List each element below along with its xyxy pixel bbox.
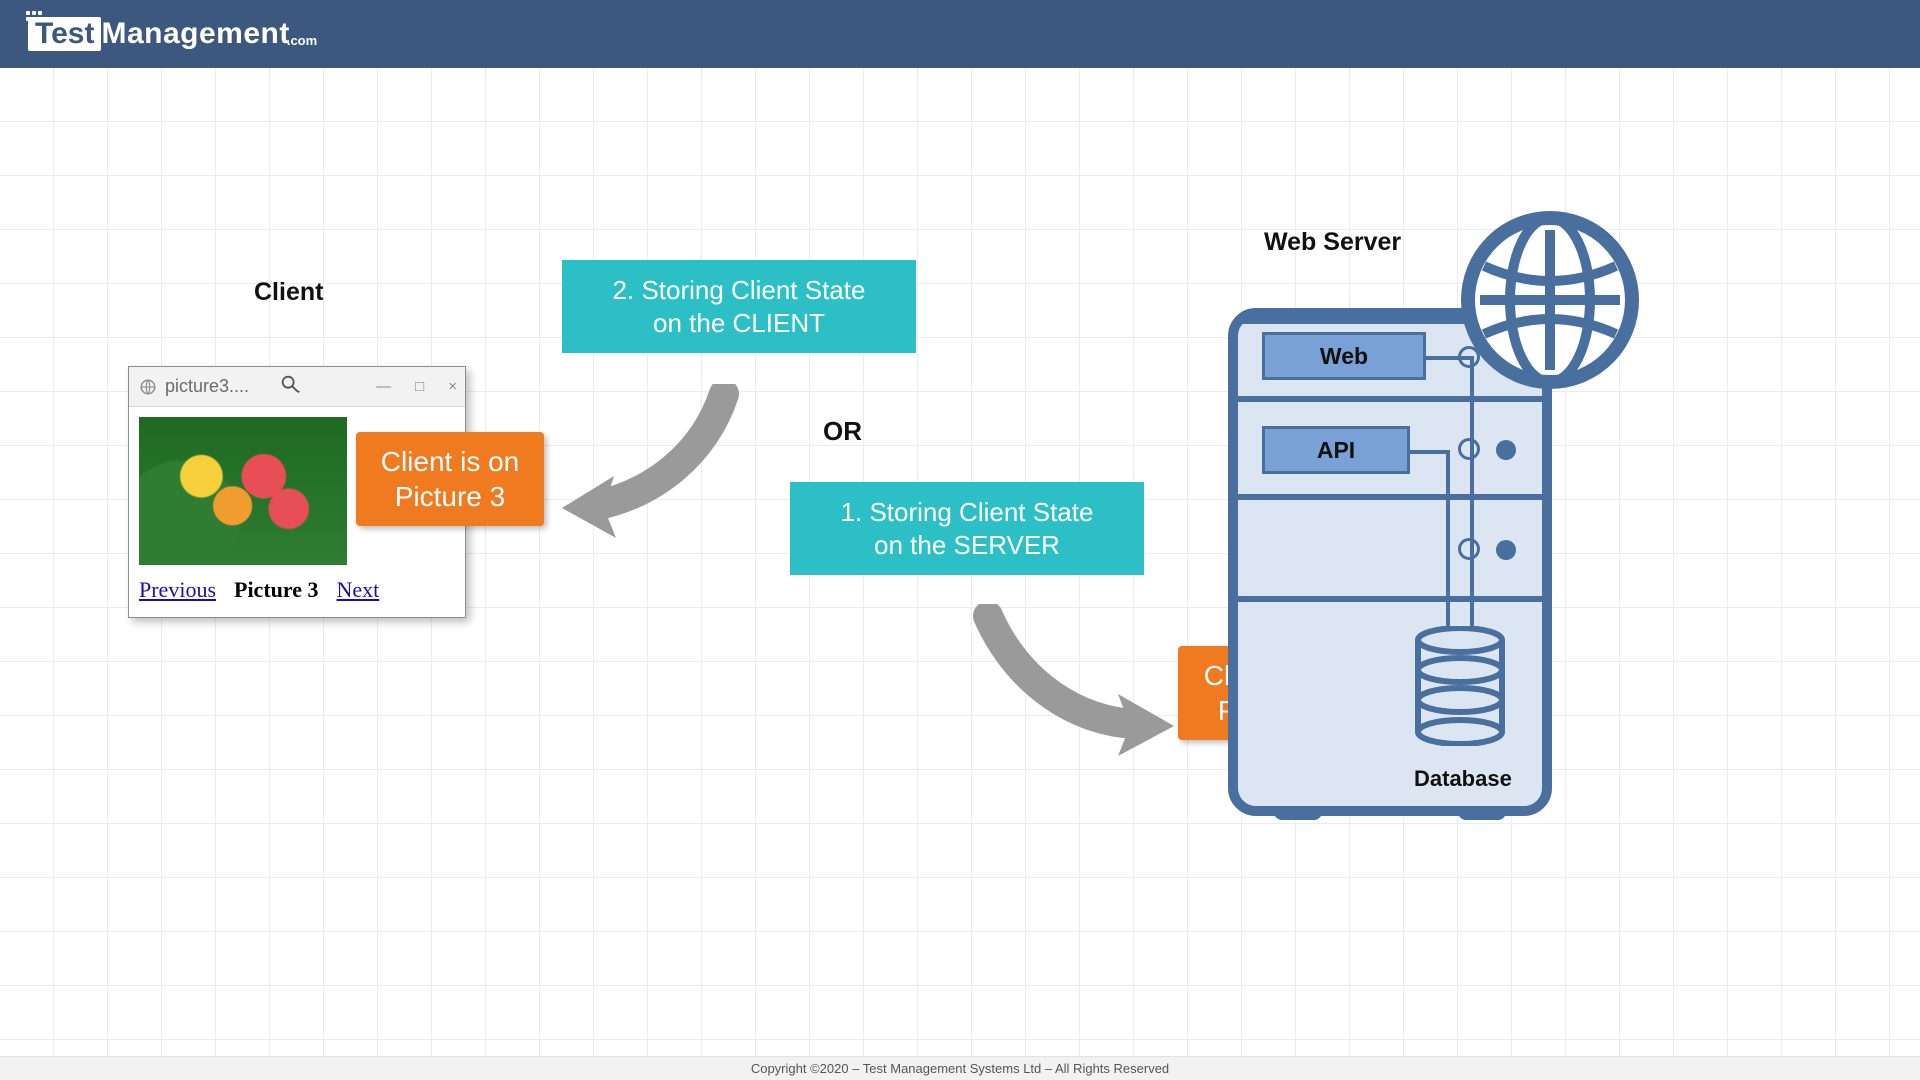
picture-image: [139, 417, 347, 565]
brand-dots-icon: [26, 11, 42, 21]
footer: Copyright ©2020 – Test Management System…: [0, 1056, 1920, 1080]
store-client-box: 2. Storing Client State on the CLIENT: [562, 260, 916, 353]
minimize-icon[interactable]: —: [376, 378, 391, 395]
arrow-to-client: [554, 384, 754, 564]
database-label: Database: [1414, 766, 1512, 792]
brand-com: .com: [287, 33, 317, 48]
browser-titlebar: picture3.... — □ ×: [129, 367, 465, 407]
diagram-canvas: Client Web Server 2. Storing Client Stat…: [0, 68, 1920, 1056]
browser-tab-title: picture3....: [165, 376, 249, 397]
server-web-box: Web: [1262, 332, 1426, 380]
cursor-icon: [279, 373, 301, 395]
internet-globe-icon: [1460, 210, 1640, 390]
close-icon[interactable]: ×: [448, 378, 457, 395]
prev-link[interactable]: Previous: [139, 577, 216, 603]
window-controls: — □ ×: [376, 378, 457, 395]
footer-text: Copyright ©2020 – Test Management System…: [751, 1061, 1169, 1076]
store-server-box: 1. Storing Client State on the SERVER: [790, 482, 1144, 575]
brand-mgmt: Management: [101, 17, 289, 51]
database-icon: [1414, 626, 1506, 746]
brand-logo: Test Management .com: [28, 17, 320, 51]
brand-bar: Test Management .com: [0, 0, 1920, 68]
web-server-label: Web Server: [1264, 228, 1401, 257]
server-feet: [1274, 806, 1506, 820]
server-api-box: API: [1262, 426, 1410, 474]
arrow-to-server: [968, 604, 1178, 774]
led-icon: [1458, 438, 1480, 460]
next-link[interactable]: Next: [337, 577, 380, 603]
maximize-icon[interactable]: □: [415, 378, 424, 395]
globe-icon: [139, 378, 157, 396]
or-label: OR: [823, 416, 862, 447]
led-icon: [1496, 440, 1516, 460]
brand-test: Test: [28, 17, 101, 51]
led-icon: [1458, 538, 1480, 560]
client-state-callout: Client is on Picture 3: [356, 432, 544, 526]
led-icon: [1496, 540, 1516, 560]
current-label: Picture 3: [234, 577, 319, 603]
picture-nav: Previous Picture 3 Next: [139, 577, 455, 603]
client-label: Client: [254, 278, 323, 307]
